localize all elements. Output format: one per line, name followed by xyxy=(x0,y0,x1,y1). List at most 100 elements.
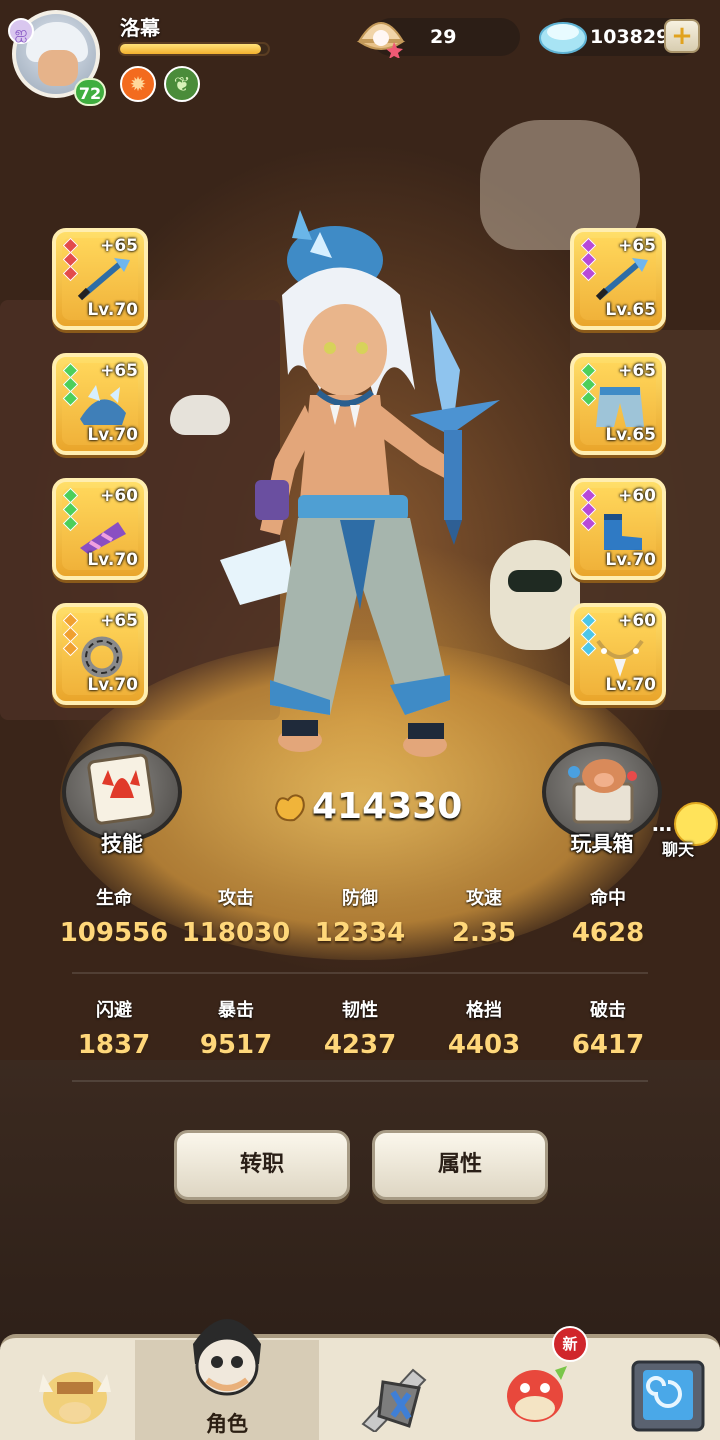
enhance-level: +60 xyxy=(618,486,656,506)
item-level: Lv.65 xyxy=(605,300,656,320)
stat-item: 闪避 1837 xyxy=(54,996,174,1060)
chat-label: 聊天 xyxy=(662,840,695,859)
tab-portal[interactable] xyxy=(600,1340,720,1440)
avatar-face xyxy=(38,50,78,86)
toybox-icon xyxy=(568,759,637,824)
stats-divider xyxy=(72,1080,648,1082)
player-level-badge: 72 xyxy=(74,78,106,106)
stat-name: 命中 xyxy=(590,888,626,909)
spear-icon xyxy=(77,258,130,301)
chat-dots-icon: … xyxy=(652,812,672,836)
ring-icon xyxy=(81,636,123,678)
attributes-button[interactable]: 属性 xyxy=(372,1130,548,1200)
stat-name: 攻速 xyxy=(466,888,502,909)
tab-beast[interactable] xyxy=(10,1340,140,1440)
stat-name: 暴击 xyxy=(218,1000,254,1021)
element-swirl-icon: ஐ xyxy=(8,18,34,44)
hero-character[interactable] xyxy=(200,200,520,780)
stat-item: 防御 12334 xyxy=(300,884,420,948)
boots-icon xyxy=(604,514,642,550)
stat-value: 4403 xyxy=(447,1030,521,1060)
necklace-icon xyxy=(596,639,644,677)
stat-name: 攻击 xyxy=(218,888,254,909)
swirl-portal-icon xyxy=(631,1360,705,1432)
item-level: Lv.65 xyxy=(605,425,656,445)
stat-value: 12334 xyxy=(314,918,406,948)
spear-icon xyxy=(595,258,648,301)
item-level: Lv.70 xyxy=(605,550,656,570)
equipment-slot-left-4[interactable]: +65 Lv.70 xyxy=(52,603,148,705)
equipment-slot-right-2[interactable]: +65 Lv.65 xyxy=(570,353,666,455)
stat-name: 闪避 xyxy=(96,1000,132,1021)
new-badge: 新 xyxy=(552,1326,588,1362)
item-level: Lv.70 xyxy=(87,675,138,695)
stat-value: 4237 xyxy=(323,1030,397,1060)
stat-value: 9517 xyxy=(199,1030,273,1060)
enhance-level: +65 xyxy=(100,611,138,631)
gem-count: 103829 xyxy=(590,26,670,48)
tab-character[interactable]: 角色 xyxy=(135,1319,319,1440)
pearl-shell-icon xyxy=(356,22,406,58)
stat-value: 109556 xyxy=(59,918,169,948)
player-name: 洛幕 xyxy=(120,16,160,40)
tab-equipment[interactable] xyxy=(328,1340,458,1440)
enhance-level: +65 xyxy=(100,236,138,256)
stat-value: 1837 xyxy=(77,1030,151,1060)
pants-icon xyxy=(596,387,644,427)
equipment-slot-right-4[interactable]: +60 Lv.70 xyxy=(570,603,666,705)
combat-power-value: 414330 xyxy=(312,786,463,827)
skill-scroll-icon xyxy=(87,753,155,825)
tab-character-label: 角色 xyxy=(206,1412,248,1436)
enhance-level: +65 xyxy=(618,361,656,381)
stat-name: 生命 xyxy=(96,888,132,909)
stat-item: 攻击 118030 xyxy=(176,884,296,948)
pearl-count: 29 xyxy=(430,26,457,48)
enhance-level: +60 xyxy=(618,611,656,631)
stat-item: 破击 6417 xyxy=(548,996,668,1060)
item-level: Lv.70 xyxy=(87,550,138,570)
experience-fill xyxy=(120,44,261,54)
stat-item: 生命 109556 xyxy=(54,884,174,948)
toybox-label: 玩具箱 xyxy=(570,832,634,856)
stat-name: 格挡 xyxy=(466,1000,502,1021)
stat-item: 韧性 4237 xyxy=(300,996,420,1060)
item-level: Lv.70 xyxy=(605,675,656,695)
stat-value: 118030 xyxy=(181,918,291,948)
add-gems-button[interactable]: + xyxy=(664,19,700,53)
crystal-gem-icon xyxy=(539,22,587,54)
equipment-slot-left-1[interactable]: +65 Lv.70 xyxy=(52,228,148,330)
stat-item: 命中 4628 xyxy=(548,884,668,948)
stats-divider xyxy=(72,972,648,974)
item-level: Lv.70 xyxy=(87,300,138,320)
fire-buff-icon[interactable]: ✹ xyxy=(120,66,156,102)
enhance-level: +65 xyxy=(618,236,656,256)
toybox-button[interactable]: 玩具箱 xyxy=(542,742,662,856)
equipment-slot-left-2[interactable]: +65 Lv.70 xyxy=(52,353,148,455)
chat-button[interactable]: … 聊天 xyxy=(652,798,720,864)
leaf-buff-icon[interactable]: ❦ xyxy=(164,66,200,102)
stat-value: 6417 xyxy=(571,1030,645,1060)
stat-value: 4628 xyxy=(571,918,645,948)
skills-label: 技能 xyxy=(101,832,143,856)
furry-beast-icon xyxy=(39,1372,111,1424)
bracer-icon xyxy=(80,522,126,554)
enhance-level: +60 xyxy=(100,486,138,506)
experience-bar xyxy=(118,42,270,56)
character-screen: ஐ 72 洛幕 ✹ ❦ 29 103829 + +65 Lv.70 +65 Lv.70… xyxy=(0,0,720,1440)
stat-item: 格挡 4403 xyxy=(424,996,544,1060)
helmet-icon xyxy=(80,385,126,425)
stat-item: 攻速 2.35 xyxy=(424,884,544,948)
stat-name: 防御 xyxy=(342,888,378,909)
enhance-level: +65 xyxy=(100,361,138,381)
equipment-slot-left-3[interactable]: +60 Lv.70 xyxy=(52,478,148,580)
stat-name: 韧性 xyxy=(342,1000,378,1021)
character-masked-icon xyxy=(193,1319,261,1396)
job-change-button[interactable]: 转职 xyxy=(174,1130,350,1200)
sword-shield-icon xyxy=(361,1368,427,1432)
equipment-slot-right-3[interactable]: +60 Lv.70 xyxy=(570,478,666,580)
stat-name: 破击 xyxy=(590,1000,626,1021)
red-pet-icon xyxy=(507,1366,567,1422)
equipment-slot-right-1[interactable]: +65 Lv.65 xyxy=(570,228,666,330)
item-level: Lv.70 xyxy=(87,425,138,445)
skills-button[interactable]: 技能 xyxy=(62,742,182,856)
